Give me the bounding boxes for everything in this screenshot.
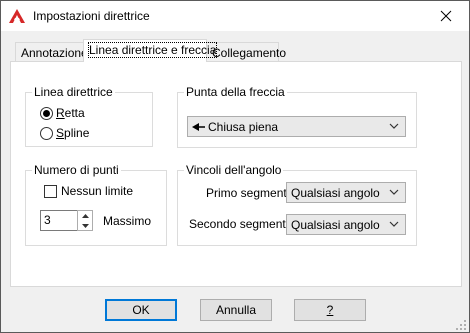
chevron-down-icon [389,189,399,195]
help-button[interactable]: ? [294,299,366,321]
num-points-title: Numero di punti [32,163,121,177]
no-limit-checkbox[interactable]: Nessun limite [44,184,133,198]
second-segment-label: Secondo segmento: [189,217,296,231]
arrowhead-group: Punta della freccia Chiusa piena [177,85,417,148]
dialog-window: Impostazioni direttrice Annotazione Line… [0,0,470,333]
checkbox-label: Nessun limite [61,184,134,198]
second-segment-value: Qualsiasi angolo [291,217,380,232]
radio-label: Retta [56,106,85,120]
arrowhead-value: Chiusa piena [208,119,279,134]
first-segment-value: Qualsiasi angolo [291,185,380,200]
spin-down-icon[interactable] [78,221,92,230]
resize-grip-icon[interactable] [455,319,467,331]
num-points-group: Numero di punti Nessun limite 3 Massimo [25,163,167,246]
title-bar: Impostazioni direttrice [1,1,469,31]
autocad-icon [9,9,25,23]
angle-constraints-title: Vincoli dell'angolo [184,163,284,177]
tab-collegamento[interactable]: Collegamento [206,42,286,62]
checkbox-indicator [44,184,57,198]
tab-label: Linea direttrice e freccia [87,42,218,58]
max-label: Massimo [103,214,152,228]
ok-button[interactable]: OK [105,299,177,321]
spin-up-icon[interactable] [78,211,92,220]
cancel-button[interactable]: Annulla [200,299,272,321]
close-icon[interactable] [431,6,461,26]
second-segment-select[interactable]: Qualsiasi angolo [286,214,406,235]
first-segment-label: Primo segmento: [206,186,297,200]
tab-label: Annotazione [21,46,88,60]
leader-line-group: Linea direttrice Retta Spline [25,85,153,147]
max-points-spinner[interactable] [77,210,93,231]
angle-constraints-group: Vincoli dell'angolo Primo segmento: Qual… [177,163,417,246]
tab-panel: Linea direttrice Retta Spline Punta dell… [10,61,462,287]
tab-linea-direttrice[interactable]: Linea direttrice e freccia [83,39,218,62]
arrowhead-select[interactable]: Chiusa piena [187,116,406,137]
tab-annotazione[interactable]: Annotazione [15,42,88,62]
radio-retta[interactable]: Retta [40,106,85,120]
radio-indicator [40,126,53,140]
first-segment-select[interactable]: Qualsiasi angolo [286,182,406,203]
window-title: Impostazioni direttrice [33,9,150,23]
radio-spline[interactable]: Spline [40,126,89,140]
max-points-input[interactable]: 3 [40,210,78,231]
radio-indicator [40,106,53,120]
help-button-label: ? [326,303,334,317]
chevron-down-icon [389,221,399,227]
leader-line-title: Linea direttrice [32,85,115,99]
arrowhead-title: Punta della freccia [184,85,287,99]
radio-label: Spline [56,126,90,140]
chevron-down-icon [389,123,399,129]
tab-label: Collegamento [212,46,287,60]
closed-filled-arrow-icon [192,122,205,131]
